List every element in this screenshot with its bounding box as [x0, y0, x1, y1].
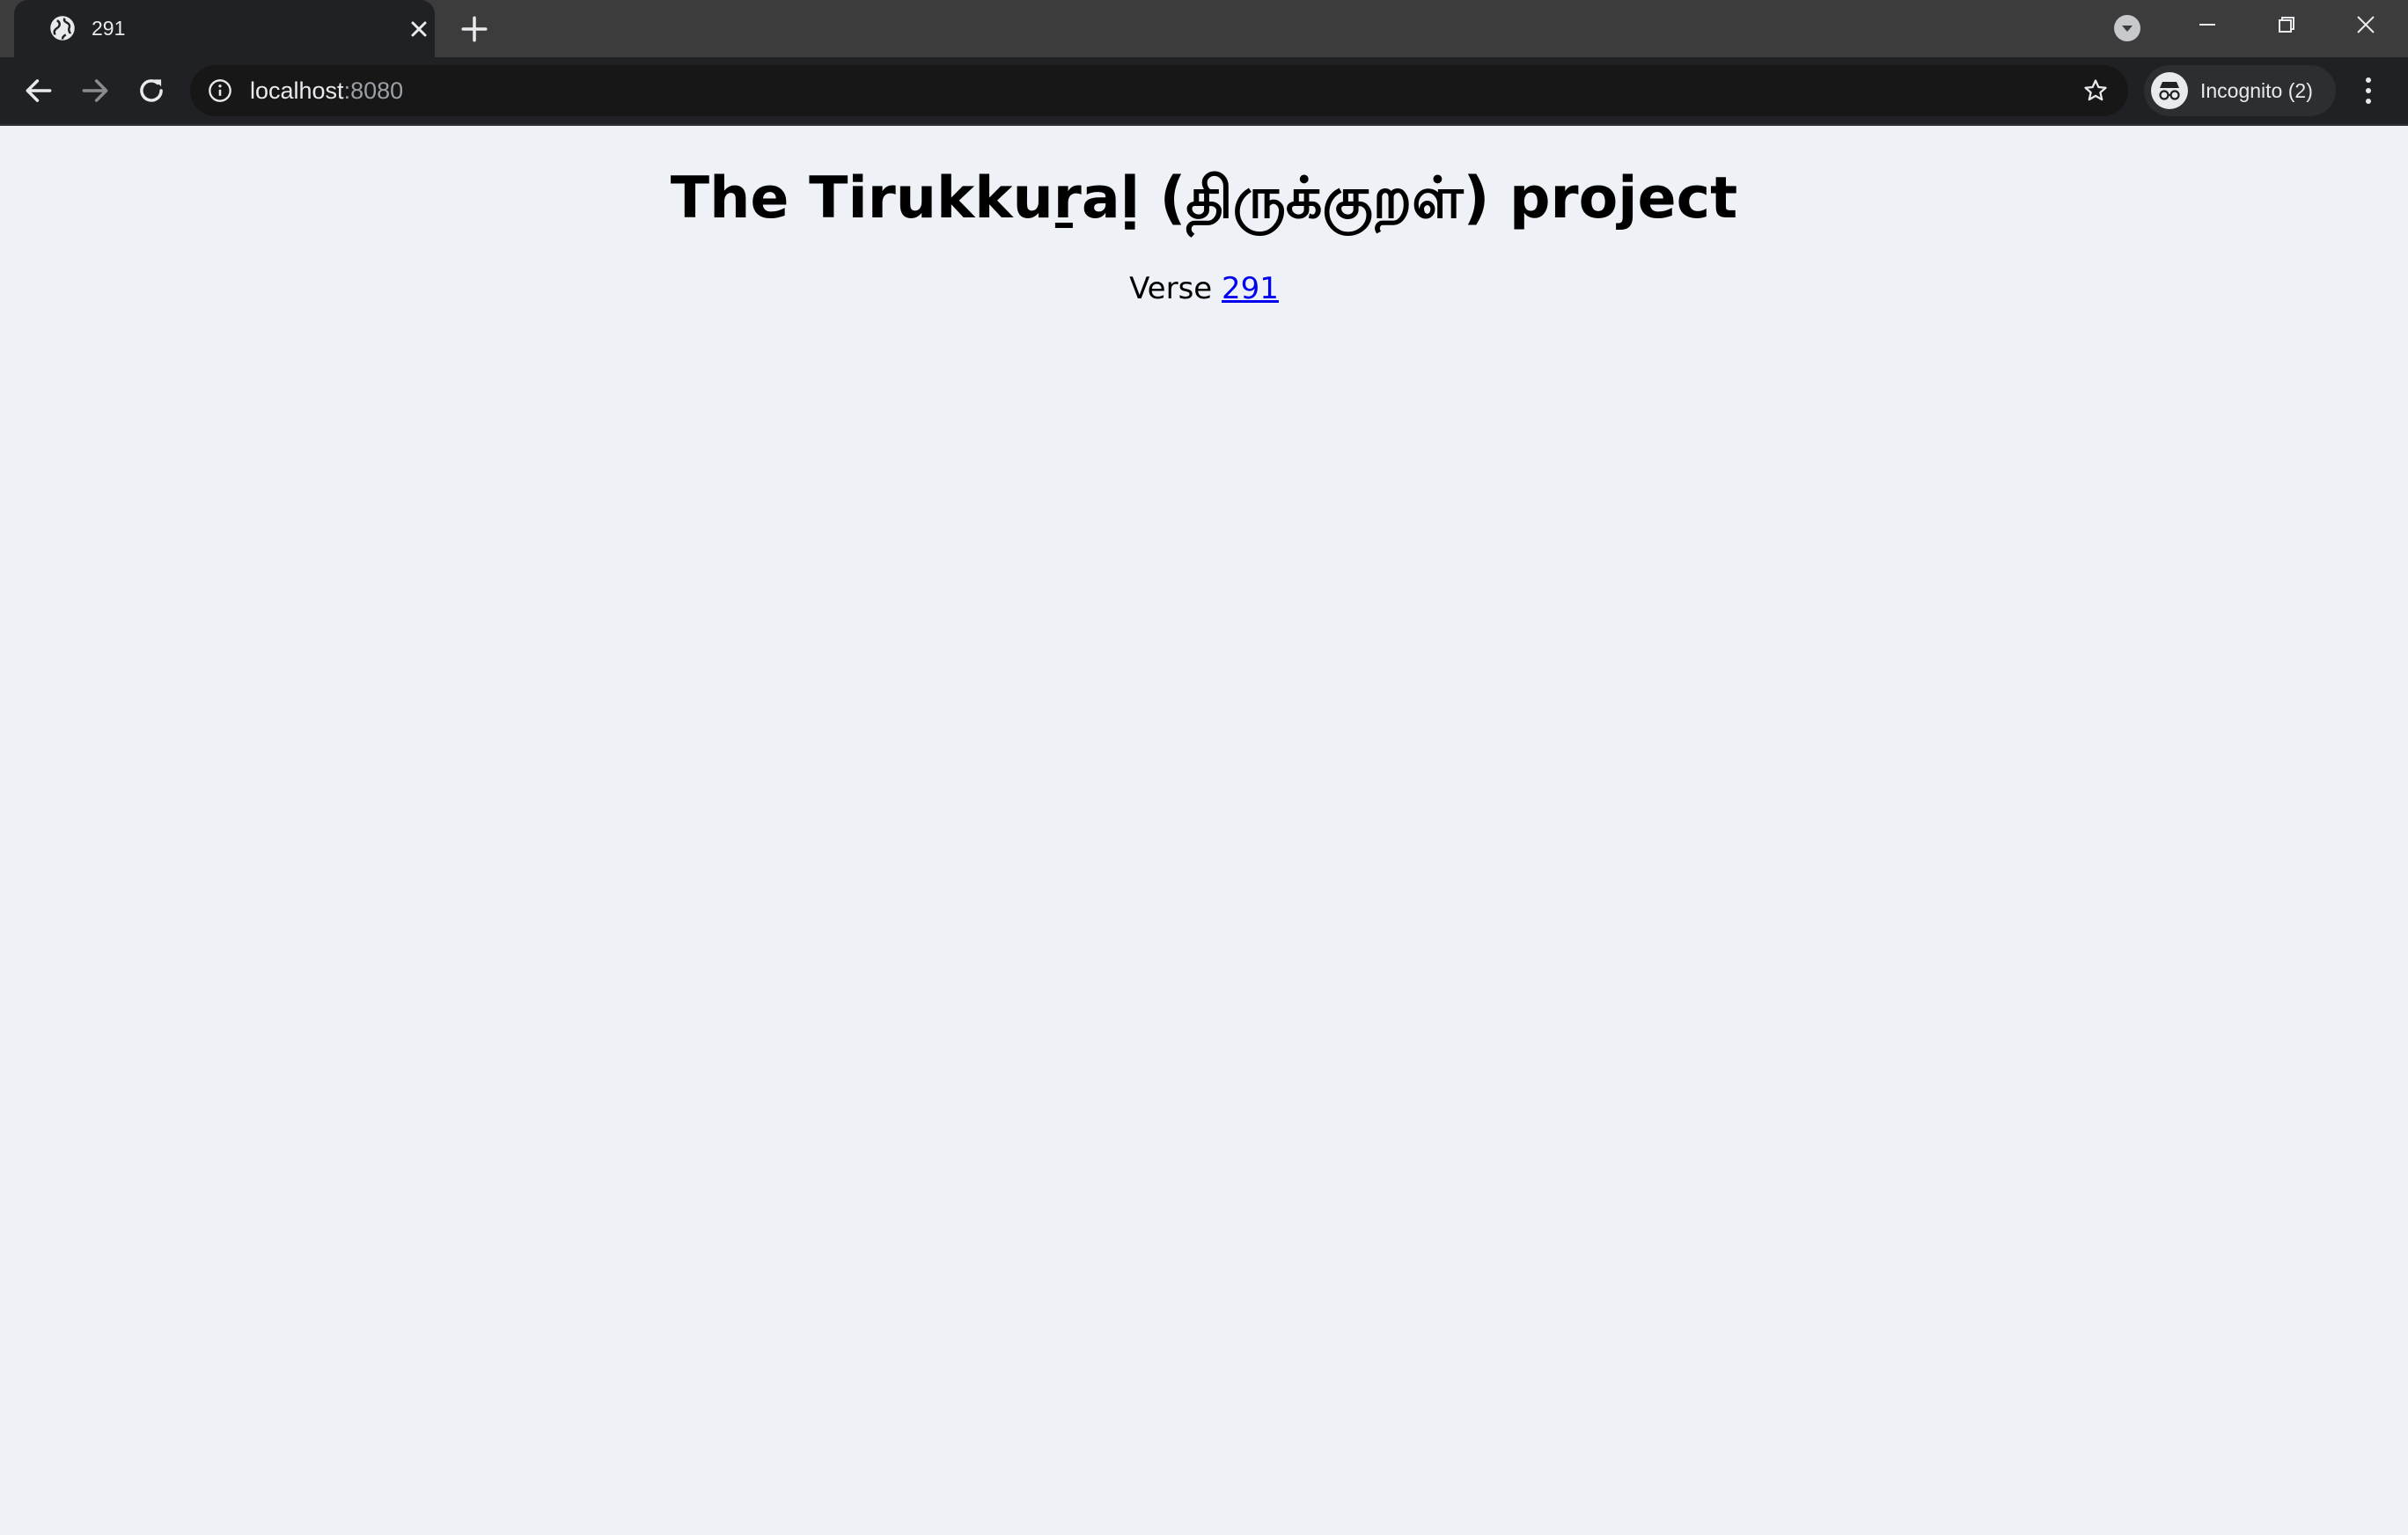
- url-port: :8080: [343, 77, 404, 104]
- bookmark-star-icon[interactable]: [2082, 77, 2109, 104]
- address-bar[interactable]: localhost:8080: [190, 65, 2128, 116]
- tab-strip: 291: [0, 0, 2408, 57]
- globe-icon: [50, 16, 75, 40]
- tab-search-button[interactable]: [2114, 15, 2140, 41]
- reload-icon[interactable]: [135, 74, 168, 107]
- url-text: localhost:8080: [250, 65, 403, 116]
- chevron-down-icon: [2122, 26, 2133, 32]
- verse-line: Verse 291: [0, 271, 2408, 306]
- verse-label: Verse: [1129, 271, 1213, 306]
- page-title: The Tirukkuṟaḷ (திருக்குறள்) project: [670, 165, 1738, 231]
- info-icon[interactable]: [208, 78, 232, 103]
- restore-icon[interactable]: [2269, 7, 2304, 42]
- minimize-icon[interactable]: [2190, 7, 2225, 42]
- close-tab-icon[interactable]: [408, 18, 429, 40]
- forward-icon[interactable]: [78, 74, 112, 107]
- browser-tab[interactable]: 291: [14, 0, 435, 57]
- profile-label: Incognito (2): [2200, 79, 2313, 102]
- url-host: localhost: [250, 77, 344, 104]
- close-window-icon[interactable]: [2348, 7, 2383, 42]
- avatar: [2151, 72, 2188, 109]
- kebab-menu-icon[interactable]: [2357, 71, 2380, 110]
- profile-button[interactable]: Incognito (2): [2144, 65, 2336, 116]
- back-icon[interactable]: [22, 74, 55, 107]
- verse-number-link[interactable]: 291: [1222, 271, 1279, 306]
- new-tab-icon[interactable]: [459, 14, 489, 44]
- incognito-icon: [2159, 82, 2180, 100]
- tab-title: 291: [92, 17, 126, 40]
- browser-toolbar: localhost:8080 Incognito (2): [0, 57, 2408, 124]
- page-content: The Tirukkuṟaḷ (திருக்குறள்) project Ver…: [0, 126, 2408, 1535]
